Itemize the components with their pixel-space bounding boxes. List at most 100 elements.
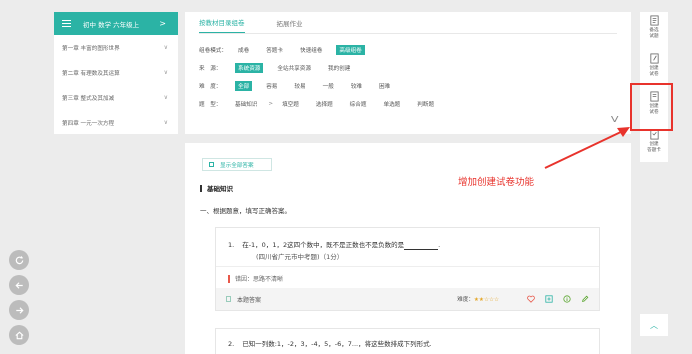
filter-label: 来 源： — [199, 66, 222, 72]
sidebar-item-chapter-1[interactable]: 第一章 丰富的图形世界 ∨ — [54, 35, 178, 60]
chevron-up-icon: ︿ — [650, 320, 658, 330]
mode-option-quick[interactable]: 快速组卷 — [297, 45, 325, 55]
stars: ★★☆☆☆ — [473, 297, 499, 303]
question-number: 1. — [228, 241, 235, 249]
pencil-icon[interactable] — [581, 295, 589, 303]
difficulty-option-easy[interactable]: 容易 — [263, 81, 280, 91]
question-text: 1. 在-1，0，1，2这四个数中，既不是正数也不是负数的是. — [228, 240, 440, 250]
source-option-mine[interactable]: 我的创建 — [325, 63, 353, 73]
section-title-text: 基础知识 — [207, 185, 233, 193]
back-icon[interactable] — [9, 275, 29, 295]
filter-label: 组卷模式： — [199, 48, 227, 54]
annotation-text: 增加创建试卷功能 — [458, 177, 535, 188]
question-footer: 本题答案 难度：★★☆☆☆ — [216, 288, 599, 310]
add-to-basket-icon[interactable] — [545, 295, 553, 303]
qtype-separator: > — [268, 101, 274, 107]
source-option-shared[interactable]: 全站共享资源 — [274, 63, 314, 73]
filter-label: 难 度： — [199, 84, 222, 90]
toolbar-label: 答题卡 — [647, 147, 661, 153]
sidebar-item-chapter-4[interactable]: 第四章 一元一次方程 ∨ — [54, 110, 178, 135]
back-to-top-button[interactable]: ︿ — [640, 314, 668, 336]
basket-icon — [649, 15, 659, 26]
highlight-box — [630, 83, 673, 131]
question-number: 2. — [228, 340, 235, 348]
section-marker — [200, 184, 202, 192]
filter-label: 题 型： — [199, 102, 222, 108]
chevron-down-icon: ∨ — [163, 44, 168, 51]
chevron-down-icon: ∨ — [163, 94, 168, 101]
toolbar-label: 试卷 — [649, 71, 659, 77]
qtype-option-judge[interactable]: 判断题 — [414, 99, 437, 109]
info-icon[interactable] — [563, 295, 571, 303]
mode-option-full[interactable]: 成卷 — [235, 45, 252, 55]
qtype-option-fill[interactable]: 填空题 — [279, 99, 302, 109]
sidebar-item-label: 第一章 丰富的图形世界 — [62, 45, 120, 52]
difficulty-rating: 难度：★★☆☆☆ — [457, 295, 499, 303]
sidebar-arrow-icon: > — [159, 19, 166, 28]
chapter-sidebar: 初中 数学 六年级上 > 第一章 丰富的图形世界 ∨ 第二章 有理数及其运算 ∨… — [54, 12, 178, 134]
question-source: (四川省广元市中考题)（1分） — [256, 253, 344, 261]
difficulty-option-fairly-hard[interactable]: 较难 — [348, 81, 365, 91]
forward-icon[interactable] — [9, 300, 29, 320]
filter-panel: 按教材目录组卷 拓展作业 组卷模式： 成卷 答题卡 快速组卷 高级组卷 来 源：… — [185, 12, 631, 134]
difficulty-option-all[interactable]: 全部 — [235, 81, 253, 91]
sidebar-item-chapter-3[interactable]: 第三章 整式及其加减 ∨ — [54, 85, 178, 110]
question-body: 在-1，0，1，2这四个数中，既不是正数也不是负数的是 — [242, 241, 405, 249]
candidate-questions-button[interactable]: 备选 试题 — [640, 12, 668, 48]
source-option-system[interactable]: 系统资源 — [235, 63, 264, 73]
home-icon[interactable] — [9, 325, 29, 345]
tab-bar: 按教材目录组卷 拓展作业 — [199, 12, 617, 34]
qtype-option-choice[interactable]: 选择题 — [313, 99, 336, 109]
toolbar-label: 试题 — [649, 33, 659, 39]
heart-icon[interactable] — [527, 295, 535, 303]
show-answers-label: 显示全部答案 — [220, 162, 254, 169]
expand-chevron-icon[interactable]: V — [610, 115, 618, 124]
mode-option-card[interactable]: 答题卡 — [263, 45, 286, 55]
question-text: 2. 已知一列数:1，-2，3，-4，5，-6，7...，将这些数排成下列形式. — [228, 339, 432, 349]
error-reason: 错因：思路不清晰 — [228, 274, 283, 283]
qtype-option-single[interactable]: 单选题 — [380, 99, 403, 109]
checkbox-icon — [209, 162, 214, 167]
sidebar-item-label: 第三章 整式及其加减 — [62, 95, 115, 102]
show-all-answers-button[interactable]: 显示全部答案 — [202, 158, 272, 171]
filter-mode-row: 组卷模式： 成卷 答题卡 快速组卷 高级组卷 — [199, 41, 617, 59]
mode-option-advanced[interactable]: 高级组卷 — [336, 45, 365, 55]
question-tail: . — [438, 241, 441, 249]
sidebar-title: 初中 数学 六年级上 — [83, 20, 140, 29]
create-answer-card-button[interactable]: 创建 答题卡 — [640, 126, 668, 162]
divider — [216, 266, 599, 267]
section-title: 基础知识 — [200, 183, 233, 193]
question-card: 1. 在-1，0，1，2这四个数中，既不是正数也不是负数的是. (四川省广元市中考… — [215, 227, 600, 311]
doc-icon — [226, 296, 231, 302]
error-reason-text: 错因：思路不清晰 — [235, 276, 284, 283]
question-list: 显示全部答案 基础知识 一、根据题意，填写正确答案。 1. 在-1，0，1，2这四… — [185, 143, 631, 354]
sidebar-item-label: 第二章 有理数及其运算 — [62, 70, 120, 77]
chevron-down-icon: ∨ — [163, 69, 168, 76]
tab-textbook[interactable]: 按教材目录组卷 — [199, 17, 245, 33]
question-card: 2. 已知一列数:1，-2，3，-4，5，-6，7...，将这些数排成下列形式. — [215, 328, 600, 354]
answer-blank — [404, 242, 439, 250]
difficulty-option-fairly-easy[interactable]: 较易 — [291, 81, 308, 91]
sidebar-header[interactable]: 初中 数学 六年级上 > — [54, 12, 178, 35]
qtype-prefix: 基础知识 — [235, 102, 258, 108]
tab-extension[interactable]: 拓展作业 — [277, 18, 303, 33]
edit-doc-icon — [649, 53, 659, 64]
answer-label: 本题答案 — [237, 296, 262, 304]
filter-qtype-row: 题 型： 基础知识 > 填空题 选择题 综合题 单选题 判断题 — [199, 95, 617, 113]
create-paper-button-1[interactable]: 创建 试卷 — [640, 50, 668, 86]
difficulty-option-hard[interactable]: 困难 — [376, 81, 393, 91]
refresh-icon[interactable] — [9, 250, 29, 270]
instruction-text: 一、根据题意，填写正确答案。 — [200, 207, 291, 215]
error-marker — [228, 274, 230, 283]
sidebar-item-chapter-2[interactable]: 第二章 有理数及其运算 ∨ — [54, 60, 178, 85]
filter-difficulty-row: 难 度： 全部 容易 较易 一般 较难 困难 — [199, 77, 617, 95]
question-body: 已知一列数:1，-2，3，-4，5，-6，7...，将这些数排成下列形式. — [242, 340, 432, 348]
qtype-option-comprehensive[interactable]: 综合题 — [347, 99, 370, 109]
answer-toggle[interactable]: 本题答案 — [226, 295, 457, 304]
menu-icon — [62, 20, 71, 27]
chevron-down-icon: ∨ — [163, 119, 168, 126]
difficulty-option-medium[interactable]: 一般 — [320, 81, 337, 91]
filter-source-row: 来 源： 系统资源 全站共享资源 我的创建 — [199, 59, 617, 77]
sidebar-item-label: 第四章 一元一次方程 — [62, 120, 115, 127]
difficulty-label: 难度： — [457, 297, 474, 303]
